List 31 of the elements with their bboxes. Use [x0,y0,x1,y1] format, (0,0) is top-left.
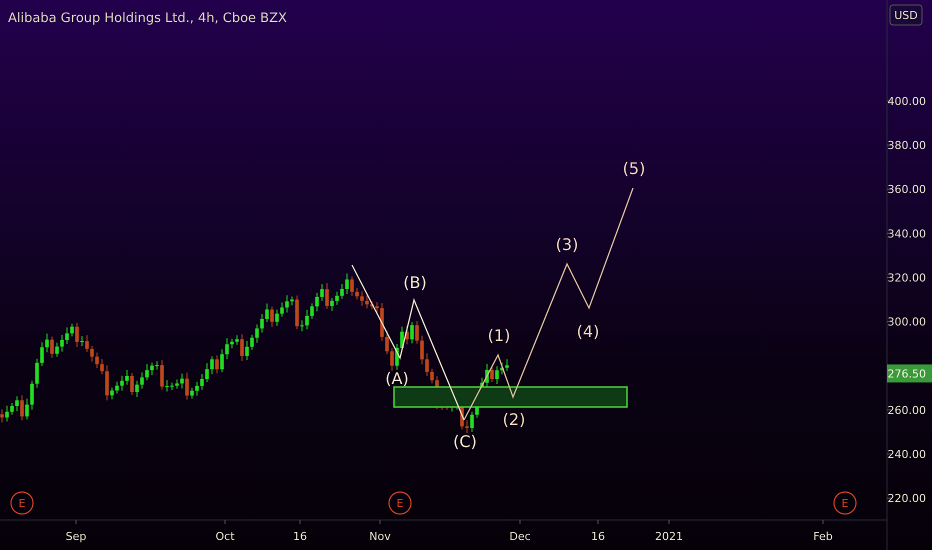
earnings-marker[interactable]: E [10,491,34,515]
price-label: 320.00 [888,271,926,284]
price-label: 340.00 [888,227,926,240]
wave-label: (1) [488,326,510,345]
date-label: 2021 [655,530,683,543]
date-label: Dec [509,530,531,543]
price-label: 400.00 [888,95,926,108]
price-label: 360.00 [888,183,926,196]
date-label: Feb [813,530,833,543]
wave-label: (3) [556,235,578,254]
currency-button[interactable]: USD [890,4,922,26]
wave-label: (2) [502,410,526,429]
wave-label: (A) [385,369,409,388]
date-label: Sep [66,530,86,543]
price-label: 260.00 [888,404,926,417]
price-label: 380.00 [888,139,926,152]
price-label: 300.00 [888,316,926,329]
date-label: 16 [293,530,307,543]
date-label: Oct [215,530,235,543]
earnings-marker[interactable]: E [388,491,412,515]
date-label: Nov [369,530,391,543]
last-price-tag: 276.50 [887,364,932,382]
wave-label: (5) [622,159,646,178]
chart-title: Alibaba Group Holdings Ltd., 4h, Cboe BZX [8,11,287,26]
date-label: 16 [591,530,605,543]
price-label: 220.00 [888,492,926,506]
wave-label: (4) [576,322,600,341]
price-label: 240.00 [888,448,926,461]
wave-label: (C) [453,432,477,451]
earnings-marker[interactable]: E [833,491,857,515]
wave-label: (B) [403,273,427,292]
